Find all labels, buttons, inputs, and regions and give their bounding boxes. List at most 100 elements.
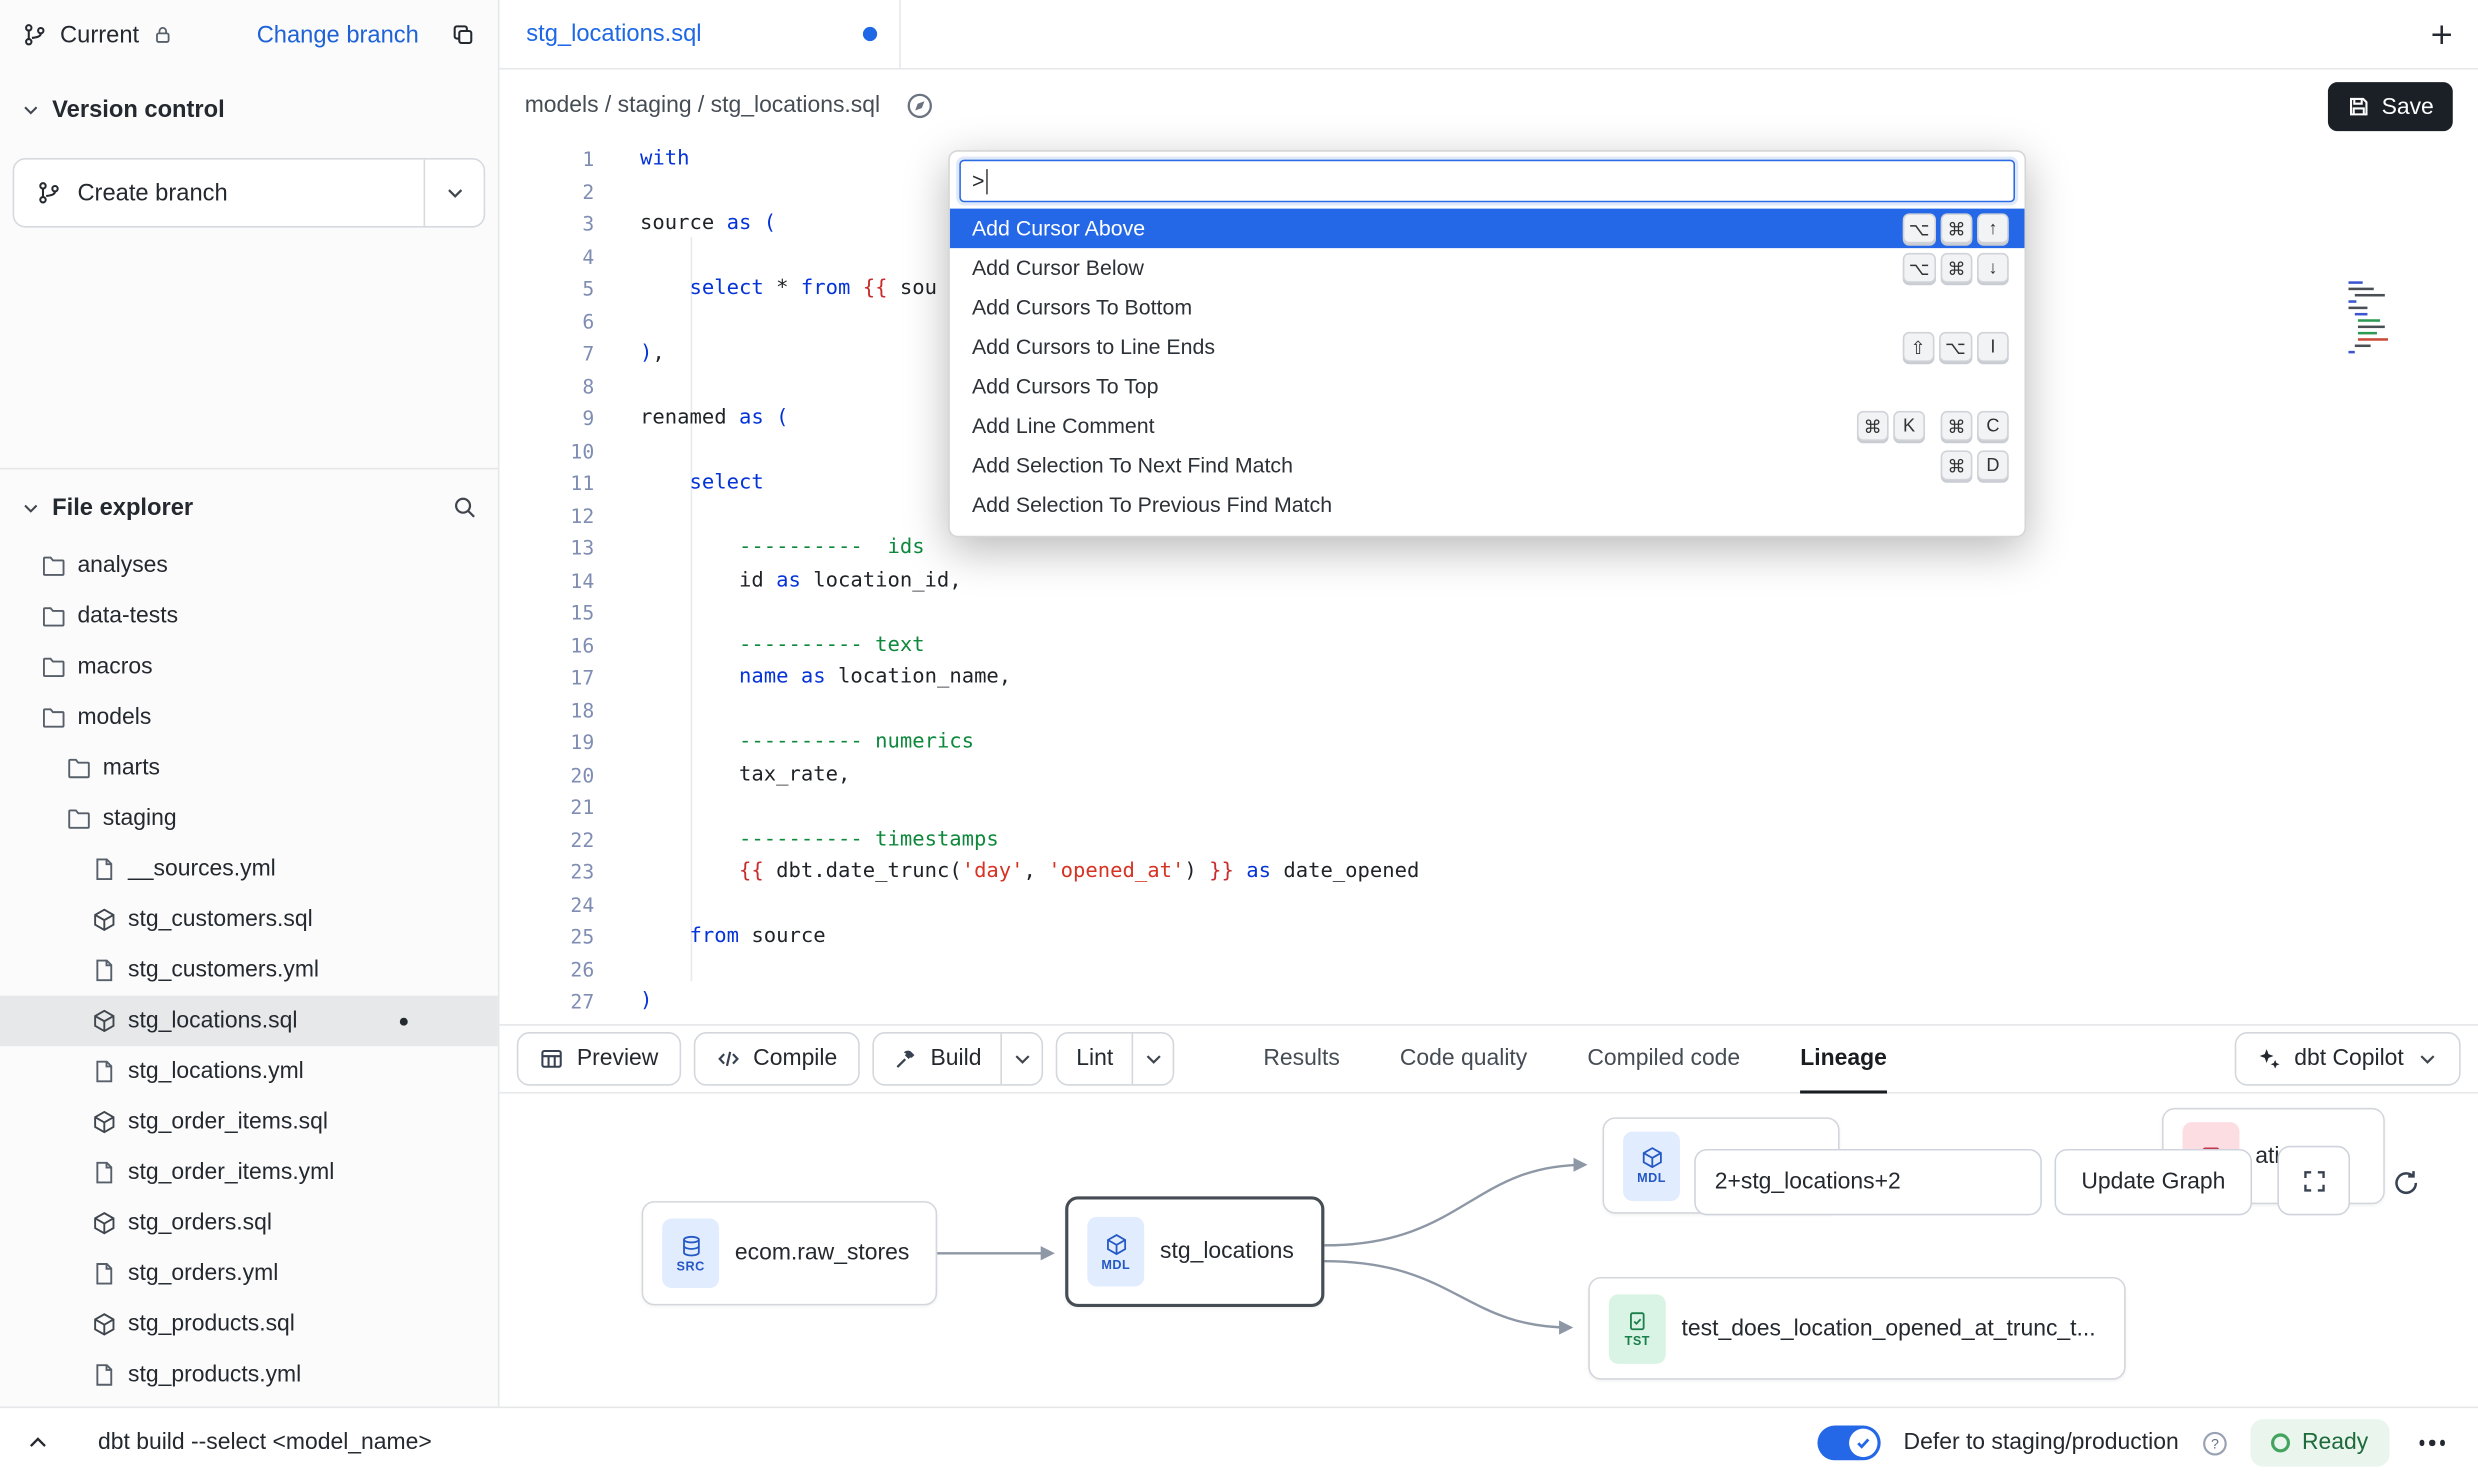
file-icon bbox=[92, 1362, 117, 1387]
file-tree-item-stg-products-yml[interactable]: stg_products.yml bbox=[0, 1350, 498, 1401]
line-number: 10 bbox=[499, 435, 594, 467]
save-label: Save bbox=[2382, 94, 2434, 119]
help-icon[interactable]: ? bbox=[2201, 1429, 2228, 1456]
create-branch-caret[interactable] bbox=[424, 160, 484, 226]
line-number: 6 bbox=[499, 306, 594, 338]
file-tree-item-stg-orders-yml[interactable]: stg_orders.yml bbox=[0, 1249, 498, 1300]
file-tree-item-stg-locations-sql[interactable]: stg_locations.sql bbox=[0, 996, 498, 1047]
code-line[interactable]: {{ dbt.date_trunc('day', 'opened_at') }}… bbox=[640, 857, 2478, 889]
model-icon bbox=[92, 907, 117, 932]
file-tree-item-stg-locations-yml[interactable]: stg_locations.yml bbox=[0, 1046, 498, 1097]
code-line[interactable]: id as location_id, bbox=[640, 565, 2478, 597]
dbt-copilot-button[interactable]: dbt Copilot bbox=[2234, 1032, 2461, 1086]
code-line[interactable]: ) bbox=[640, 986, 2478, 1018]
file-tree-item-stg-customers-sql[interactable]: stg_customers.sql bbox=[0, 895, 498, 946]
search-icon[interactable] bbox=[452, 495, 477, 520]
file-tree-item-marts[interactable]: marts bbox=[0, 743, 498, 794]
lint-main[interactable]: Lint bbox=[1057, 1034, 1132, 1085]
code-line[interactable]: ---------- ids bbox=[640, 533, 2478, 565]
create-branch-main[interactable]: Create branch bbox=[14, 160, 423, 226]
build-main[interactable]: Build bbox=[874, 1034, 1001, 1085]
tab-lineage[interactable]: Lineage bbox=[1800, 1026, 1887, 1092]
file-label: stg_products.sql bbox=[128, 1312, 295, 1337]
git-branch-icon bbox=[36, 180, 61, 205]
file-tree-item-analyses[interactable]: analyses bbox=[0, 540, 498, 591]
tab-compiled-code[interactable]: Compiled code bbox=[1587, 1026, 1740, 1092]
lint-label: Lint bbox=[1076, 1046, 1113, 1071]
new-tab-button[interactable] bbox=[2427, 21, 2455, 49]
code-line[interactable] bbox=[640, 889, 2478, 921]
tab-code-quality[interactable]: Code quality bbox=[1400, 1026, 1527, 1092]
file-tree-item-stg-customers-yml[interactable]: stg_customers.yml bbox=[0, 945, 498, 996]
tab-results[interactable]: Results bbox=[1263, 1026, 1339, 1092]
status-ready-badge[interactable]: Ready bbox=[2250, 1419, 2389, 1466]
code-line[interactable]: ---------- numerics bbox=[640, 727, 2478, 759]
ready-label: Ready bbox=[2302, 1430, 2368, 1455]
model-icon bbox=[92, 1211, 117, 1236]
file-tree-item-data-tests[interactable]: data-tests bbox=[0, 591, 498, 642]
fullscreen-button[interactable] bbox=[2277, 1146, 2350, 1216]
command-item-add-selection-to-next-find-match[interactable]: Add Selection To Next Find Match⌘D bbox=[950, 446, 2025, 486]
update-graph-button[interactable]: Update Graph bbox=[2055, 1149, 2253, 1215]
compass-icon[interactable] bbox=[905, 92, 933, 120]
code-line[interactable]: from source bbox=[640, 921, 2478, 953]
code-line[interactable] bbox=[640, 792, 2478, 824]
tab-stg-locations-sql[interactable]: stg_locations.sql bbox=[499, 0, 900, 68]
file-tree-item-sources-yml[interactable]: __sources.yml bbox=[0, 844, 498, 895]
sparkle-icon bbox=[2256, 1046, 2281, 1071]
code-line[interactable]: tax_rate, bbox=[640, 759, 2478, 791]
lineage-search-input[interactable] bbox=[1694, 1149, 2042, 1215]
keycap: K bbox=[1893, 411, 1925, 441]
file-tree-item-stg-order-items-sql[interactable]: stg_order_items.sql bbox=[0, 1097, 498, 1148]
line-number: 11 bbox=[499, 468, 594, 500]
lineage-node-stg-locations[interactable]: MDL stg_locations bbox=[1065, 1196, 1324, 1307]
command-item-add-cursor-above[interactable]: Add Cursor Above⌥⌘↑ bbox=[950, 209, 2025, 249]
change-branch-link[interactable]: Change branch bbox=[257, 21, 419, 48]
command-item-add-line-comment[interactable]: Add Line Comment⌘K⌘C bbox=[950, 406, 2025, 446]
code-line[interactable]: name as location_name, bbox=[640, 662, 2478, 694]
file-label: macros bbox=[77, 654, 152, 679]
code-line[interactable] bbox=[640, 695, 2478, 727]
compile-button[interactable]: Compile bbox=[693, 1032, 859, 1086]
command-item-add-cursors-to-bottom[interactable]: Add Cursors To Bottom bbox=[950, 288, 2025, 328]
command-item-add-selection-to-previous-find-match[interactable]: Add Selection To Previous Find Match bbox=[950, 485, 2025, 525]
build-caret[interactable] bbox=[1000, 1034, 1041, 1085]
command-label: Add Cursor Below bbox=[972, 256, 1144, 280]
file-tree-item-models[interactable]: models bbox=[0, 692, 498, 743]
cube-icon bbox=[1104, 1232, 1128, 1256]
line-number: 15 bbox=[499, 597, 594, 629]
line-number: 2 bbox=[499, 176, 594, 208]
file-tree-item-macros[interactable]: macros bbox=[0, 642, 498, 693]
file-tree-item-staging[interactable]: staging bbox=[0, 793, 498, 844]
lint-caret[interactable] bbox=[1132, 1034, 1173, 1085]
lineage-node-test[interactable]: TST test_does_location_opened_at_trunc_t… bbox=[1588, 1277, 2125, 1380]
minimap[interactable] bbox=[2345, 278, 2408, 354]
defer-toggle[interactable] bbox=[1818, 1426, 1881, 1461]
save-button[interactable]: Save bbox=[2328, 82, 2453, 131]
line-number: 1 bbox=[499, 144, 594, 176]
keycap: D bbox=[1977, 450, 2009, 480]
overflow-menu[interactable] bbox=[2411, 1432, 2453, 1453]
chevron-up-icon[interactable] bbox=[25, 1430, 50, 1455]
code-line[interactable]: ---------- text bbox=[640, 630, 2478, 662]
command-input[interactable]: > bbox=[959, 160, 2015, 203]
build-label: Build bbox=[930, 1046, 981, 1071]
file-label: data-tests bbox=[77, 604, 178, 629]
preview-button[interactable]: Preview bbox=[517, 1032, 681, 1086]
command-item-add-cursor-below[interactable]: Add Cursor Below⌥⌘↓ bbox=[950, 248, 2025, 288]
file-tree-item-stg-orders-sql[interactable]: stg_orders.sql bbox=[0, 1198, 498, 1249]
file-explorer-header[interactable]: File explorer bbox=[0, 479, 498, 536]
command-item-add-cursors-to-line-ends[interactable]: Add Cursors to Line Ends⇧⌥I bbox=[950, 327, 2025, 367]
code-line[interactable] bbox=[640, 954, 2478, 986]
file-tree-item-stg-products-sql[interactable]: stg_products.sql bbox=[0, 1299, 498, 1350]
lineage-node-source[interactable]: SRC ecom.raw_stores bbox=[642, 1201, 938, 1305]
version-control-header[interactable]: Version control bbox=[0, 82, 498, 136]
refresh-button[interactable] bbox=[2383, 1160, 2427, 1204]
lint-button: Lint bbox=[1056, 1032, 1175, 1086]
current-branch-label[interactable]: Current bbox=[60, 21, 139, 48]
command-item-add-cursors-to-top[interactable]: Add Cursors To Top bbox=[950, 367, 2025, 407]
copy-icon[interactable] bbox=[450, 22, 475, 47]
code-line[interactable]: ---------- timestamps bbox=[640, 824, 2478, 856]
file-tree-item-stg-order-items-yml[interactable]: stg_order_items.yml bbox=[0, 1147, 498, 1198]
code-line[interactable] bbox=[640, 597, 2478, 629]
